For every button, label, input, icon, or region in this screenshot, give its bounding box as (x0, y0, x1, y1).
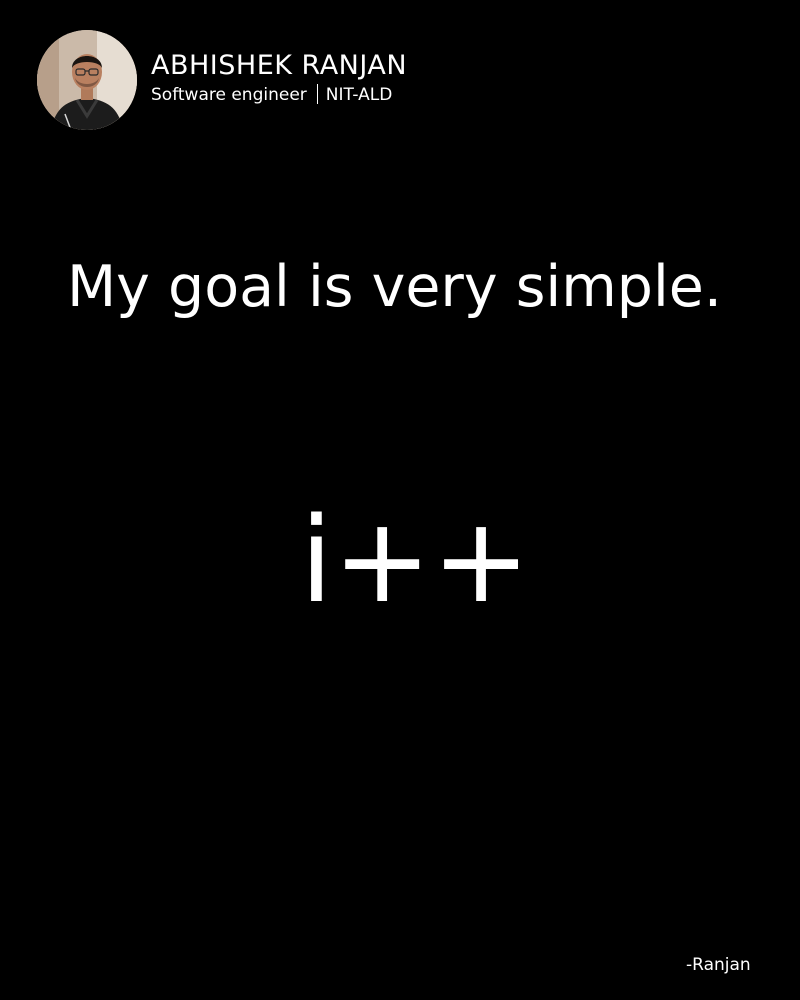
divider (316, 84, 318, 105)
person-photo-icon (37, 30, 137, 130)
code-expression: i++ (300, 491, 531, 629)
profile-role: Software engineer (151, 85, 307, 106)
profile-header: ABHISHEK RANJAN Software engineer NIT-ALD (37, 30, 407, 130)
profile-institution: NIT-ALD (325, 85, 393, 106)
avatar (37, 30, 137, 130)
profile-name: ABHISHEK RANJAN (151, 50, 408, 82)
signature: -Ranjan (686, 955, 751, 975)
headline: My goal is very simple. (67, 254, 722, 320)
profile-identity: ABHISHEK RANJAN Software engineer NIT-ALD (151, 50, 407, 105)
profile-subtitle: Software engineer NIT-ALD (151, 84, 407, 105)
